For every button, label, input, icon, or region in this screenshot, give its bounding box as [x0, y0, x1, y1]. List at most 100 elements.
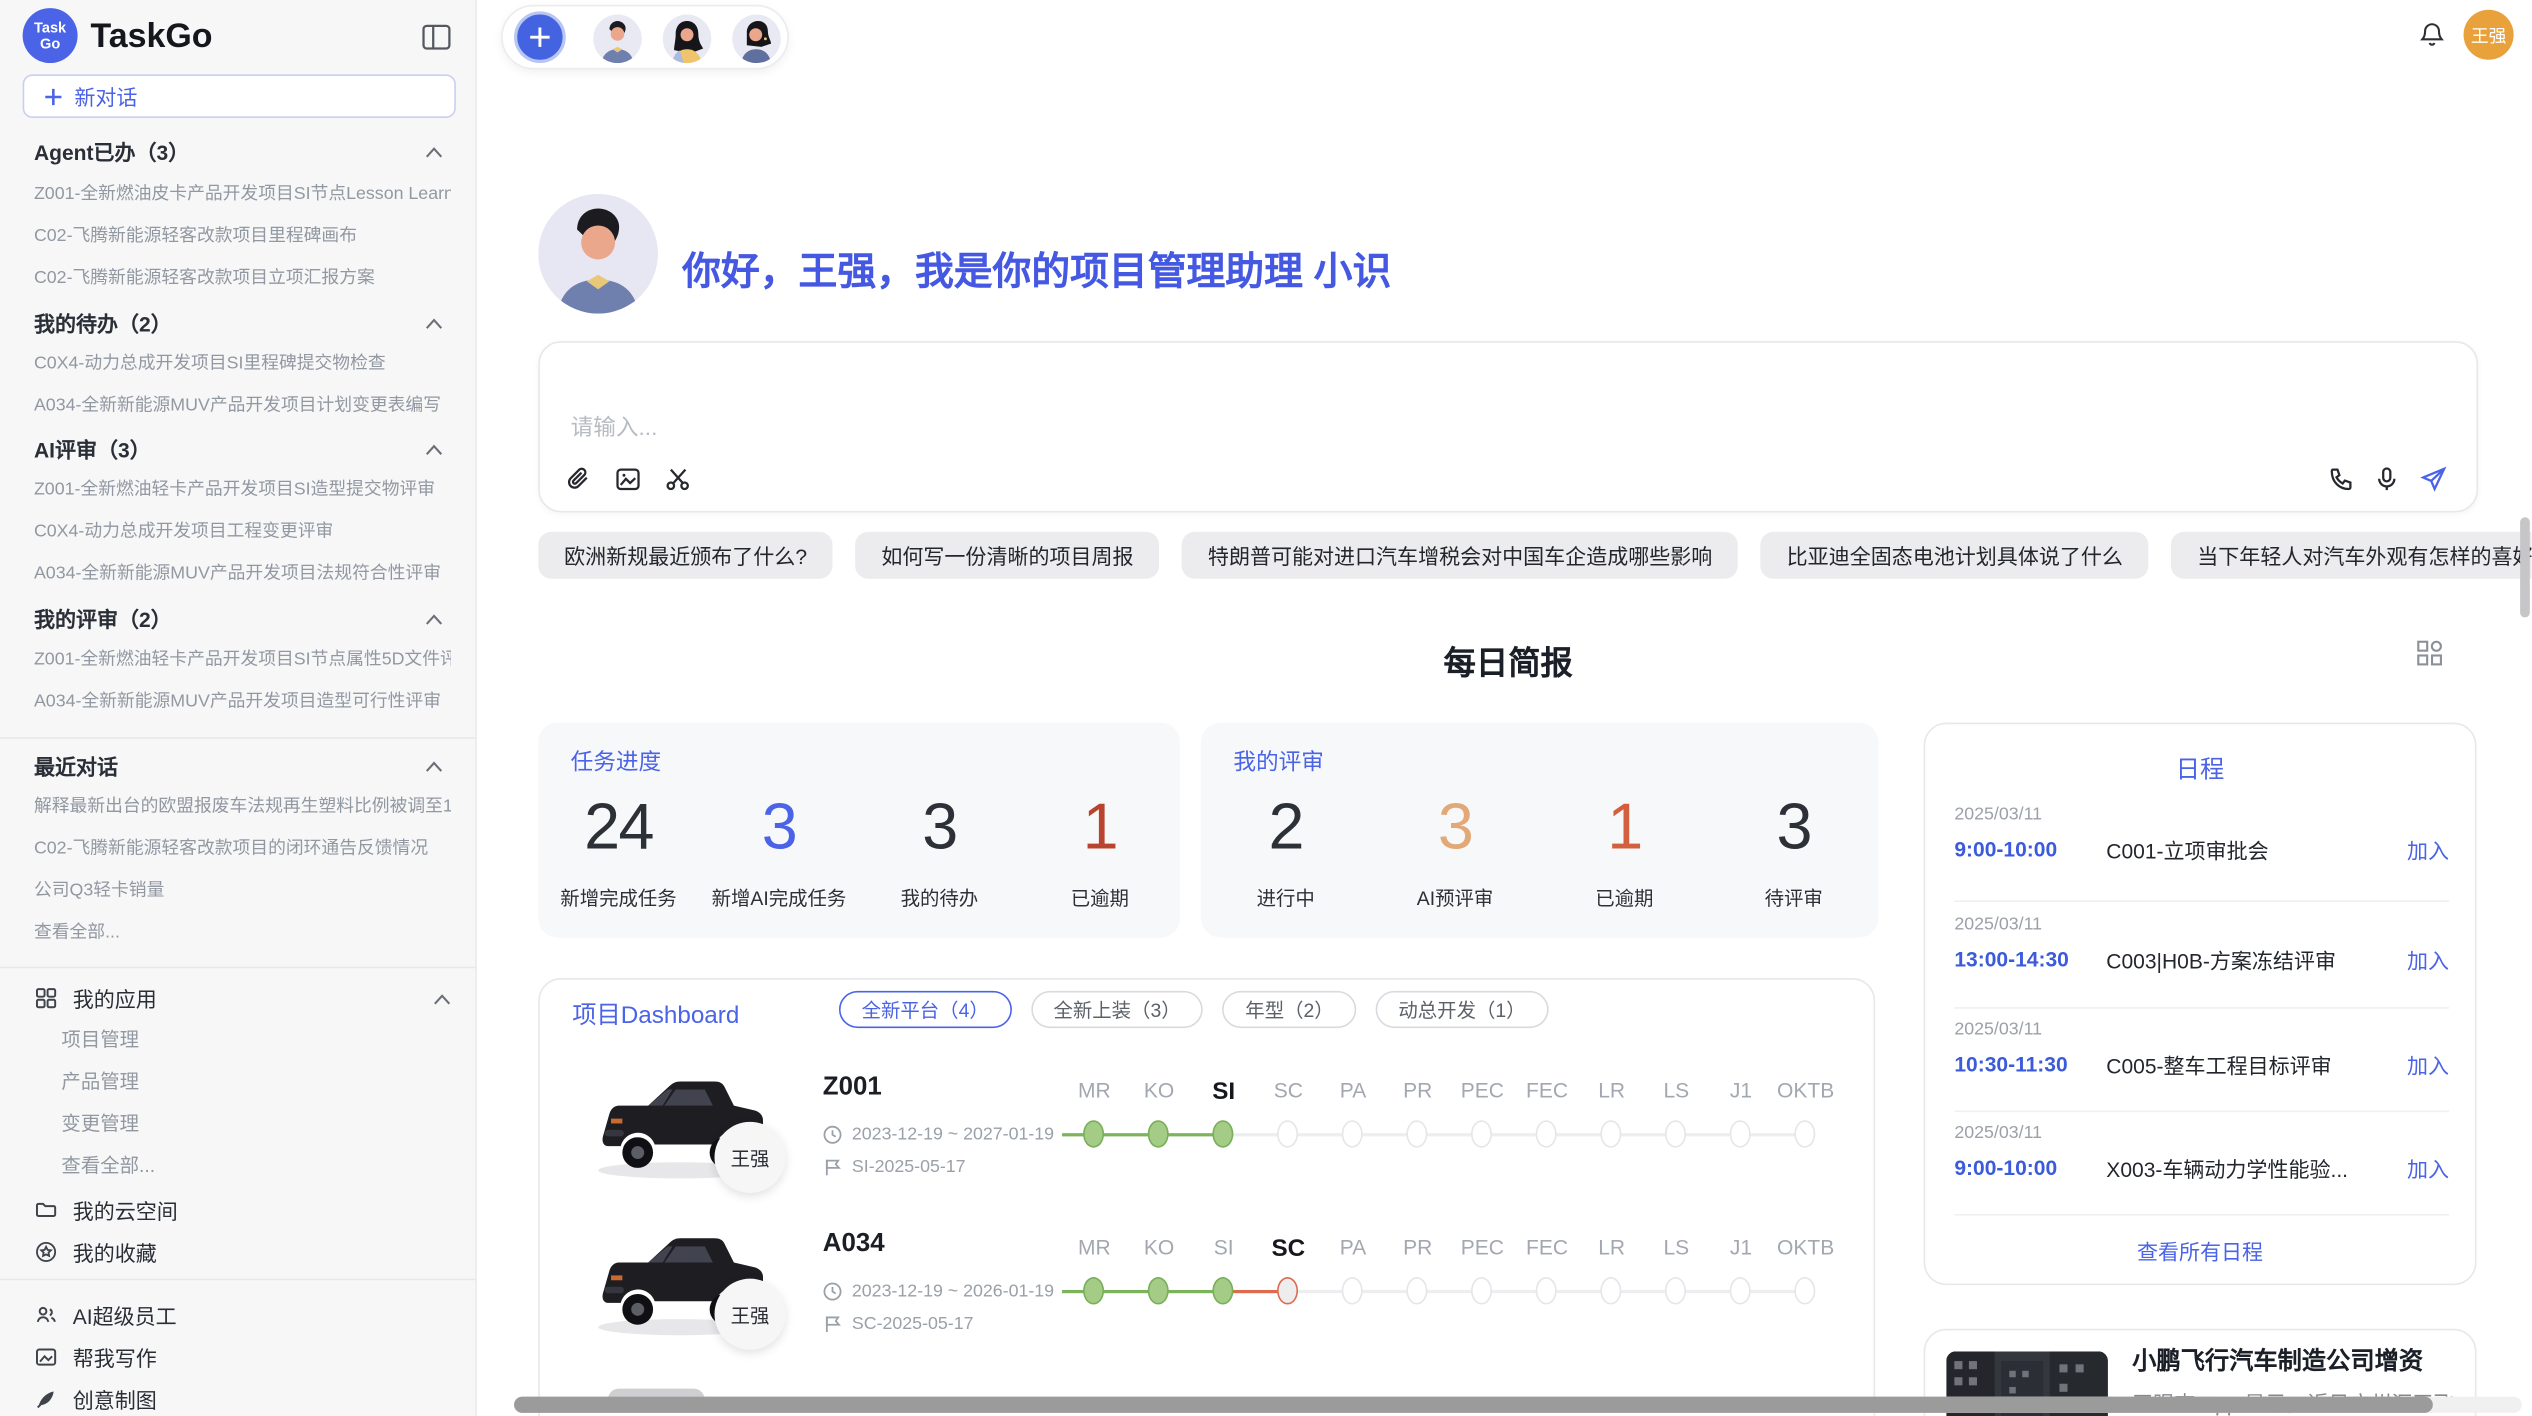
- app-item-project-mgmt[interactable]: 项目管理: [61, 1025, 449, 1052]
- add-session-button[interactable]: [514, 11, 566, 63]
- list-item[interactable]: A034-全新新能源MUV产品开发项目计划变更表编写: [34, 391, 451, 417]
- milestone-dot: [1212, 1120, 1233, 1147]
- notification-bell-icon[interactable]: [2418, 21, 2445, 48]
- flag-icon: [823, 1314, 842, 1333]
- join-link[interactable]: 加入: [2407, 1153, 2449, 1184]
- assistant-avatar: [538, 194, 658, 314]
- session-toolbar: [501, 5, 789, 70]
- list-item[interactable]: C0X4-动力总成开发项目SI里程碑提交物检查: [34, 349, 451, 375]
- view-all-chats[interactable]: 查看全部...: [34, 918, 451, 944]
- chevron-up-icon[interactable]: [433, 986, 451, 1010]
- divider: [1954, 1111, 2449, 1113]
- join-link[interactable]: 加入: [2407, 944, 2449, 975]
- sidebar-item-favorites[interactable]: 我的收藏: [34, 1237, 451, 1268]
- sidebar-item-cloud-space[interactable]: 我的云空间: [34, 1195, 451, 1226]
- list-item[interactable]: 公司Q3轻卡销量: [34, 876, 451, 902]
- schedule-item[interactable]: 2025/03/11 9:00-10:00 X003-车辆动力学性能验... 加…: [1954, 1123, 2449, 1183]
- user-avatar[interactable]: 王强: [2464, 10, 2514, 60]
- divider: [1954, 1007, 2449, 1009]
- list-item[interactable]: A034-全新新能源MUV产品开发项目造型可行性评审: [34, 687, 451, 713]
- list-item[interactable]: Z001-全新燃油轻卡产品开发项目SI节点属性5D文件评审: [34, 645, 451, 671]
- milestone-label: LR: [1579, 1078, 1644, 1105]
- horizontal-scrollbar-track[interactable]: [514, 1397, 2522, 1413]
- card-title: 任务进度: [571, 745, 662, 777]
- suggestion-chip[interactable]: 欧洲新规最近颁布了什么?: [538, 532, 833, 579]
- stat-overdue: 1 已逾期: [1020, 784, 1180, 912]
- milestone-dot: [1471, 1120, 1492, 1147]
- sidebar-item-my-apps[interactable]: 我的应用: [34, 983, 451, 1014]
- avatar[interactable]: [593, 15, 641, 63]
- suggestion-chip[interactable]: 特朗普可能对进口汽车增税会对中国车企造成哪些影响: [1182, 532, 1738, 579]
- sidebar-item-creative-drawing[interactable]: 创意制图: [34, 1384, 451, 1415]
- schedule-time: 10:30-11:30: [1954, 1052, 2106, 1076]
- project-code[interactable]: Z001: [823, 1073, 882, 1102]
- chevron-up-icon[interactable]: [425, 436, 443, 460]
- section-agent-done[interactable]: Agent已办（3）: [34, 136, 443, 167]
- milestone-dot: [1148, 1277, 1169, 1304]
- section-my-review[interactable]: 我的评审（2）: [34, 603, 443, 634]
- list-item[interactable]: C0X4-动力总成开发项目工程变更评审: [34, 517, 451, 543]
- list-item[interactable]: Z001-全新燃油皮卡产品开发项目SI节点Lesson Learn报告: [34, 179, 451, 205]
- schedule-name: X003-车辆动力学性能验...: [2106, 1153, 2407, 1184]
- app-item-change-mgmt[interactable]: 变更管理: [61, 1109, 449, 1136]
- list-item[interactable]: Z001-全新燃油轻卡产品开发项目SI造型提交物评审: [34, 475, 451, 501]
- horizontal-scrollbar-thumb[interactable]: [514, 1397, 2433, 1413]
- section-my-todo[interactable]: 我的待办（2）: [34, 307, 443, 338]
- filter-tab[interactable]: 动总开发（1）: [1376, 991, 1548, 1028]
- task-progress-card: 任务进度 24 新增完成任务 3 新增AI完成任务 3 我的待办 1 已逾期: [538, 723, 1180, 938]
- phone-icon[interactable]: [2328, 466, 2355, 493]
- milestone-track: MR KO SI SC PA PR PEC FEC LR LS J1 OKTB: [1062, 1235, 1838, 1308]
- layout-grid-icon[interactable]: [2415, 639, 2444, 668]
- app-item-product-mgmt[interactable]: 产品管理: [61, 1067, 449, 1094]
- scissors-icon[interactable]: [664, 466, 691, 493]
- suggestion-chip[interactable]: 如何写一份清晰的项目周报: [856, 532, 1160, 579]
- project-owner-badge[interactable]: 王强: [714, 1279, 785, 1350]
- sidebar-item-help-me-write[interactable]: 帮我写作: [34, 1342, 451, 1373]
- milestone-label: KO: [1127, 1235, 1192, 1262]
- list-item[interactable]: C02-飞腾新能源轻客改款项目立项汇报方案: [34, 263, 451, 289]
- suggestion-chip[interactable]: 比亚迪全固态电池计划具体说了什么: [1761, 532, 2149, 579]
- filter-tab[interactable]: 全新平台（4）: [839, 991, 1011, 1028]
- sidebar-item-ai-super-staff[interactable]: AI超级员工: [34, 1300, 451, 1331]
- card-title: 我的评审: [1233, 745, 1324, 777]
- chevron-up-icon[interactable]: [425, 753, 443, 777]
- milestone-dot: [1665, 1120, 1686, 1147]
- avatar[interactable]: [732, 15, 780, 63]
- chevron-up-icon[interactable]: [425, 606, 443, 630]
- list-item[interactable]: C02-飞腾新能源轻客改款项目的闭环通告反馈情况: [34, 834, 451, 860]
- section-ai-review[interactable]: AI评审（3）: [34, 433, 443, 464]
- view-all-schedule-link[interactable]: 查看所有日程: [1925, 1235, 2475, 1266]
- list-item[interactable]: C02-飞腾新能源轻客改款项目里程碑画布: [34, 221, 451, 247]
- filter-tab[interactable]: 全新上装（3）: [1031, 991, 1203, 1028]
- schedule-item[interactable]: 2025/03/11 10:30-11:30 C005-整车工程目标评审 加入: [1954, 1020, 2449, 1080]
- attachment-icon[interactable]: [564, 466, 591, 493]
- schedule-item[interactable]: 2025/03/11 9:00-10:00 C001-立项审批会 加入: [1954, 805, 2449, 865]
- new-chat-button[interactable]: 新对话: [23, 74, 456, 118]
- schedule-item[interactable]: 2025/03/11 13:00-14:30 C003|H0B-方案冻结评审 加…: [1954, 915, 2449, 975]
- suggestion-chips: 欧洲新规最近颁布了什么? 如何写一份清晰的项目周报 特朗普可能对进口汽车增税会对…: [538, 532, 2478, 579]
- view-all-apps[interactable]: 查看全部...: [61, 1151, 449, 1178]
- chat-input[interactable]: 请输入...: [571, 411, 658, 443]
- sidebar-collapse-icon[interactable]: [420, 21, 452, 53]
- chevron-up-icon[interactable]: [425, 139, 443, 163]
- project-code[interactable]: A034: [823, 1230, 885, 1259]
- image-upload-icon[interactable]: [614, 466, 641, 493]
- list-item[interactable]: 解释最新出台的欧盟报废车法规再生塑料比例被调至15%...: [34, 792, 451, 818]
- microphone-icon[interactable]: [2373, 466, 2400, 493]
- image-icon: [34, 1345, 58, 1369]
- join-link[interactable]: 加入: [2407, 1049, 2449, 1080]
- chevron-up-icon[interactable]: [425, 310, 443, 334]
- suggestion-chip[interactable]: 当下年轻人对汽车外观有怎样的喜好趋势: [2171, 532, 2531, 579]
- send-icon[interactable]: [2420, 466, 2447, 493]
- section-recent-chats[interactable]: 最近对话: [34, 750, 443, 781]
- chat-input-card[interactable]: 请输入...: [538, 341, 2478, 512]
- join-link[interactable]: 加入: [2407, 834, 2449, 865]
- filter-tab[interactable]: 年型（2）: [1223, 991, 1357, 1028]
- project-owner-badge[interactable]: 王强: [714, 1122, 785, 1193]
- avatar[interactable]: [663, 15, 711, 63]
- milestone-label: SC: [1256, 1078, 1321, 1105]
- milestone-dot: [1794, 1277, 1815, 1304]
- milestone-dot: [1148, 1120, 1169, 1147]
- vertical-scrollbar-thumb[interactable]: [2520, 517, 2530, 617]
- list-item[interactable]: A034-全新新能源MUV产品开发项目法规符合性评审: [34, 559, 451, 585]
